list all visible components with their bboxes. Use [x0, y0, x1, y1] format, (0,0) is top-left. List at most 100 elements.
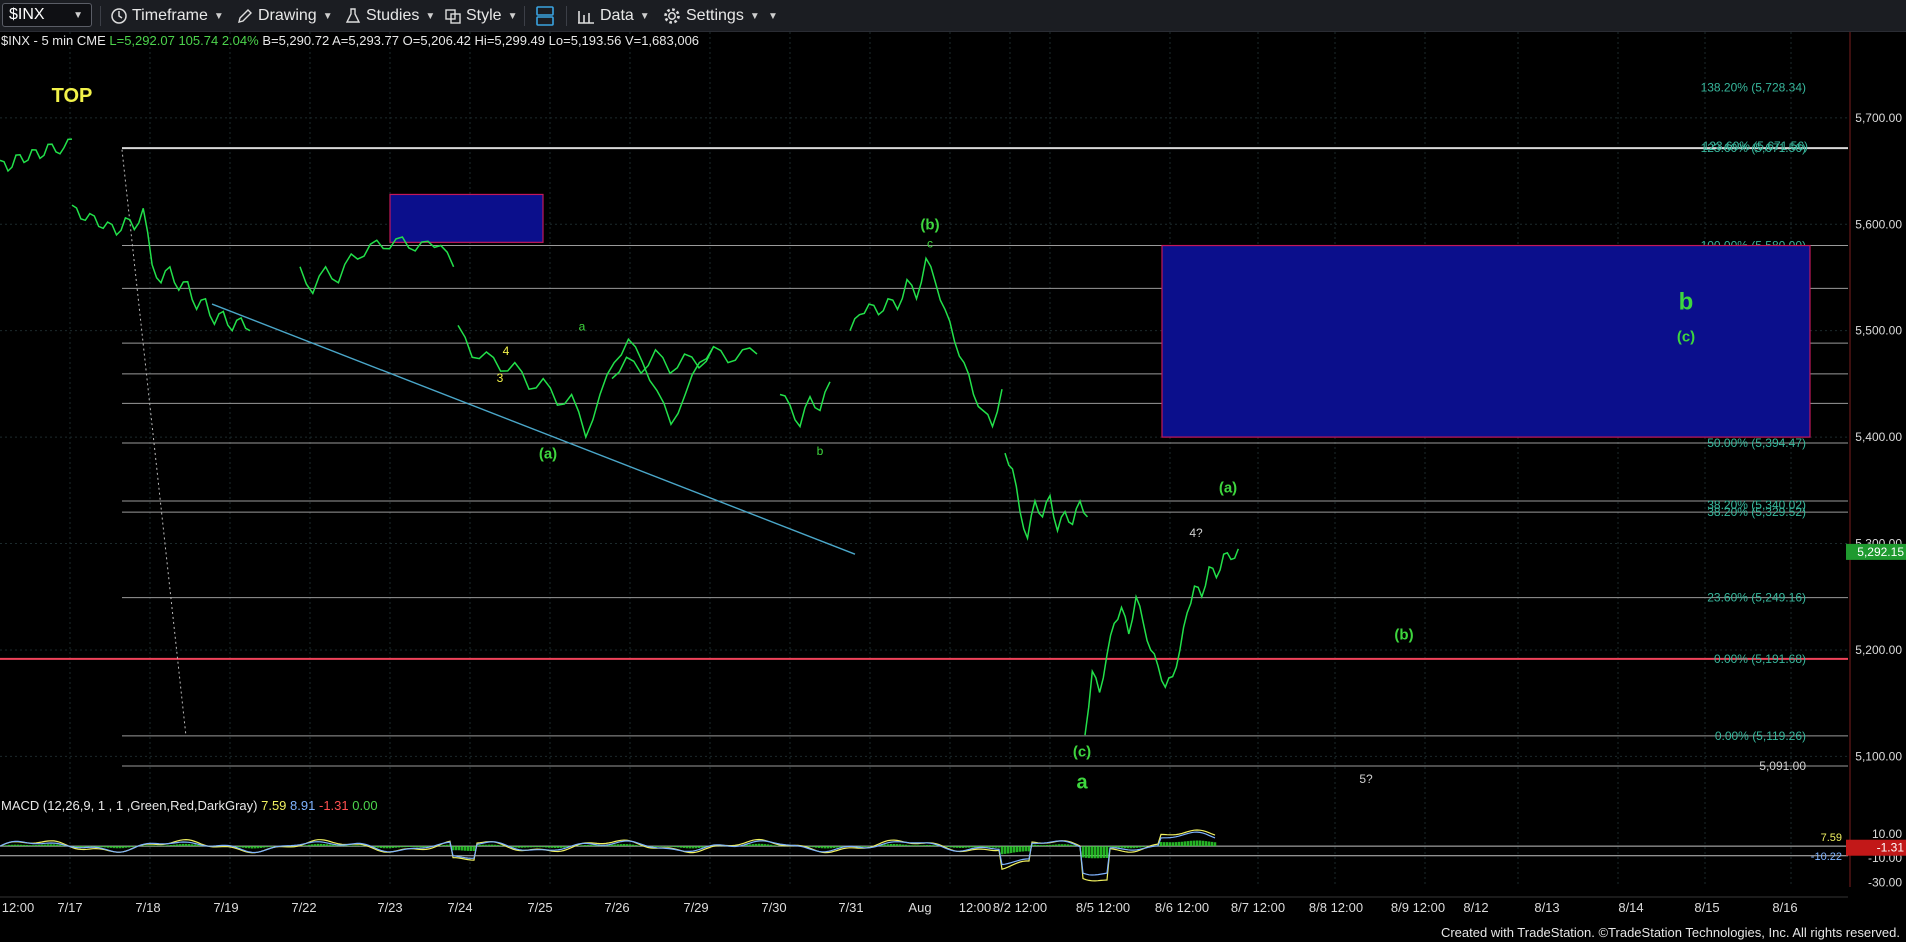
- macd-label-line: MACD (12,26,9, 1 , 1 ,Green,Red,DarkGray…: [1, 798, 378, 813]
- macd-zero-value: 0.00: [352, 798, 378, 813]
- price-line-segment: [1004, 452, 1089, 541]
- toolbar-divider: [524, 6, 525, 26]
- fib-label: 50.00% (5,394.47): [1707, 436, 1806, 450]
- macd-signal-value: 8.91: [290, 798, 316, 813]
- price-tick-label: 5,600.00: [1855, 217, 1902, 231]
- time-tick-label: Aug: [908, 900, 931, 915]
- time-tick-label: 7/31: [838, 900, 863, 915]
- wave-label: 4: [503, 344, 510, 358]
- toolbar-divider: [566, 6, 567, 26]
- layout-button[interactable]: [534, 4, 560, 28]
- wave-label: a: [1076, 771, 1088, 793]
- timeframe-label: Timeframe: [132, 7, 208, 24]
- time-tick-label: 8/16: [1772, 900, 1797, 915]
- data-button[interactable]: Data ▼: [576, 4, 650, 28]
- time-tick-label: 7/25: [527, 900, 552, 915]
- price-tick-label: 5,100.00: [1855, 749, 1902, 763]
- fib-label: 138.20% (5,728.34): [1701, 81, 1806, 95]
- drawing-label: Drawing: [258, 7, 317, 24]
- style-icon: [445, 9, 461, 24]
- macd-diff-value: -1.31: [318, 798, 349, 813]
- macd-label: MACD (12,26,9, 1 , 1 ,Green,Red,DarkGray…: [1, 798, 258, 813]
- fib-label: 23.60% (5,249.16): [1707, 591, 1806, 605]
- chevron-down-icon: ▼: [507, 10, 518, 22]
- net-change: 105.74: [178, 33, 219, 48]
- flask-icon: [345, 8, 361, 23]
- toolbar: $INX ▼ Timeframe ▼ Drawing ▼ Studies ▼ S…: [0, 0, 1906, 32]
- price-line-segment: [779, 381, 831, 429]
- time-tick-label: 12:00: [2, 900, 35, 915]
- macd-value: 7.59: [261, 798, 287, 813]
- target-zones: [389, 193, 1811, 438]
- layout-icon: [536, 6, 554, 26]
- low-price: Lo=5,193.56: [548, 33, 622, 48]
- time-tick-label: 8/2 12:00: [993, 900, 1047, 915]
- last-price-label: 5,292.15: [1857, 545, 1904, 559]
- wave-label: 5?: [1359, 772, 1373, 786]
- wave-label: 4?: [1189, 526, 1203, 540]
- clock-icon: [111, 8, 127, 24]
- timeframe-button[interactable]: Timeframe ▼: [110, 4, 224, 28]
- time-tick-label: 12:00: [959, 900, 992, 915]
- toolbar-divider: [100, 6, 101, 26]
- time-tick-label: 8/12: [1463, 900, 1488, 915]
- fib-label: 5,091.00: [1759, 759, 1806, 773]
- chevron-down-icon: ▼: [749, 10, 760, 22]
- wave-labels: TOP (b) c a 4 3 (a) b b (c) (a) 4? (b) (c) a 5?: [52, 85, 1696, 793]
- price-tick-label: 5,400.00: [1855, 430, 1902, 444]
- wave-label: TOP: [52, 85, 93, 107]
- time-tick-label: 7/26: [604, 900, 629, 915]
- macd-panel: 10.00-10.00-30.00-1.317.59-10.22: [0, 827, 1906, 889]
- time-tick-label: 8/14: [1618, 900, 1643, 915]
- symbol-selector[interactable]: $INX ▼: [2, 3, 92, 27]
- open-price: O=5,206.42: [402, 33, 471, 48]
- symbol-value: $INX: [9, 6, 45, 23]
- wave-label: (c): [1073, 743, 1091, 760]
- more-button[interactable]: ▼: [762, 4, 778, 28]
- chevron-down-icon: ▼: [213, 10, 224, 22]
- price-tick-label: 5,500.00: [1855, 324, 1902, 338]
- pencil-icon: [238, 9, 252, 23]
- bar-chart-icon: [578, 11, 594, 24]
- time-tick-label: 7/30: [761, 900, 786, 915]
- time-tick-label: 7/23: [377, 900, 402, 915]
- price-line-segment: [0, 138, 73, 173]
- macd-tick-label: -30.00: [1868, 875, 1902, 889]
- wave-label: (b): [1394, 626, 1413, 643]
- time-tick-label: 8/9 12:00: [1391, 900, 1445, 915]
- time-tick-label: 7/17: [57, 900, 82, 915]
- wave-label: b: [817, 444, 824, 458]
- wave-label: a: [579, 320, 586, 334]
- settings-button[interactable]: Settings ▼: [662, 4, 760, 28]
- bid-price: B=5,290.72: [262, 33, 330, 48]
- high-price: Hi=5,299.49: [474, 33, 546, 48]
- time-tick-label: 7/19: [213, 900, 238, 915]
- volume: V=1,683,006: [624, 33, 700, 48]
- macd-signal-label: -10.22: [1811, 851, 1842, 863]
- drawing-button[interactable]: Drawing ▼: [236, 4, 333, 28]
- time-tick-label: 8/7 12:00: [1231, 900, 1285, 915]
- style-button[interactable]: Style ▼: [444, 4, 517, 28]
- target-zone-small: [389, 193, 544, 243]
- price-tick-label: 5,200.00: [1855, 643, 1902, 657]
- wave-label: (a): [539, 445, 557, 462]
- time-tick-label: 8/5 12:00: [1076, 900, 1130, 915]
- gear-icon: [664, 8, 680, 24]
- wave-label: (a): [1219, 479, 1237, 496]
- price-line-segment: [849, 256, 1003, 429]
- macd-signal-line: [0, 831, 1216, 876]
- time-tick-label: 7/18: [135, 900, 160, 915]
- chevron-down-icon: ▼: [73, 9, 83, 21]
- symbol-description: $INX - 5 min CME: [1, 33, 106, 48]
- last-price: L=5,292.07: [109, 33, 175, 48]
- settings-label: Settings: [686, 7, 744, 24]
- chevron-down-icon: ▼: [322, 10, 333, 22]
- fib-label: 38.20% (5,329.52): [1707, 505, 1806, 519]
- chevron-down-icon: ▼: [425, 10, 436, 22]
- wave-label: b: [1679, 288, 1694, 315]
- fib-label: 0.00% (5,191.68): [1714, 652, 1806, 666]
- wave-label: (b): [920, 217, 939, 234]
- chart-grid: [0, 32, 1848, 887]
- time-axis: 12:00 7/17 7/18 7/19 7/22 7/23 7/24 7/25 7/26 7/2…: [0, 896, 1848, 915]
- studies-button[interactable]: Studies ▼: [344, 4, 435, 28]
